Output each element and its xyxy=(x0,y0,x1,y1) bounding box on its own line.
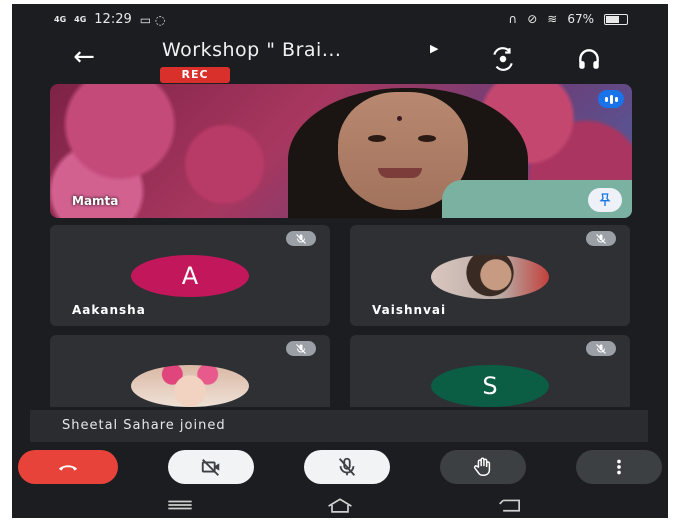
speaking-indicator-icon xyxy=(598,90,624,108)
network-indicator-2: 4G xyxy=(74,15,87,24)
mic-off-icon xyxy=(286,341,316,356)
mute-status-icon: ⊘ xyxy=(527,12,538,26)
recording-badge: REC xyxy=(160,67,230,83)
headset-status-icon: ∩ xyxy=(508,12,518,26)
participant-name: Aakansha xyxy=(72,303,146,317)
eye-left xyxy=(368,135,386,142)
main-participant-name: Mamta xyxy=(72,194,119,208)
recent-apps-icon[interactable] xyxy=(160,496,200,514)
home-icon[interactable] xyxy=(320,496,360,514)
participant-tile-aakansha[interactable]: A Aakansha xyxy=(50,225,330,326)
participant-tile-vaishnvai[interactable]: Vaishnvai xyxy=(350,225,630,326)
meeting-title[interactable]: Workshop " Brai... xyxy=(162,39,341,61)
notification-icon: ▭ ◌ xyxy=(139,12,166,27)
avatar: A xyxy=(131,255,249,297)
network-indicator: 4G xyxy=(54,15,67,24)
mic-off-icon xyxy=(286,231,316,246)
audio-output-icon[interactable] xyxy=(572,44,606,74)
avatar: S xyxy=(431,365,549,407)
clock: 12:29 xyxy=(94,12,132,27)
profile-photo xyxy=(431,255,549,299)
mic-toggle-button[interactable] xyxy=(304,450,390,484)
camera-toggle-button[interactable] xyxy=(168,450,254,484)
battery-icon xyxy=(604,13,628,25)
call-controls xyxy=(12,446,668,490)
call-header: ← Workshop " Brai... ▶ REC xyxy=(12,34,668,89)
pin-icon[interactable] xyxy=(588,188,622,212)
more-vertical-icon xyxy=(617,459,621,475)
mic-off-icon xyxy=(586,341,616,356)
switch-camera-icon[interactable] xyxy=(486,44,520,74)
back-arrow-icon[interactable]: ← xyxy=(64,42,104,72)
system-nav-bar xyxy=(12,490,668,518)
bindi xyxy=(397,116,402,121)
status-bar: 4G 4G 12:29 ▭ ◌ ∩ ⊘ ≋ 67% xyxy=(12,4,668,34)
mic-off-icon xyxy=(586,231,616,246)
hand-icon xyxy=(473,457,491,476)
main-video-tile[interactable]: Mamta xyxy=(50,84,632,218)
camera-off-icon xyxy=(201,459,220,476)
end-call-button[interactable] xyxy=(18,450,118,484)
eye-right xyxy=(418,135,436,142)
more-options-button[interactable] xyxy=(576,450,662,484)
mouth xyxy=(378,168,422,178)
wifi-icon: ≋ xyxy=(547,12,558,26)
raise-hand-button[interactable] xyxy=(440,450,526,484)
expand-caret-icon[interactable]: ▶ xyxy=(430,42,438,55)
mic-off-icon xyxy=(338,457,356,476)
participant-tile-3[interactable] xyxy=(50,335,330,407)
phone-screen: 4G 4G 12:29 ▭ ◌ ∩ ⊘ ≋ 67% ← Workshop " B… xyxy=(12,4,668,518)
participant-tile-s[interactable]: S xyxy=(350,335,630,407)
profile-photo xyxy=(131,365,249,407)
back-nav-icon[interactable] xyxy=(490,496,530,514)
phone-end-icon xyxy=(58,465,78,471)
participant-name: Vaishnvai xyxy=(372,303,447,317)
join-notification: Sheetal Sahare joined xyxy=(30,410,648,442)
battery-level: 67% xyxy=(567,12,594,26)
